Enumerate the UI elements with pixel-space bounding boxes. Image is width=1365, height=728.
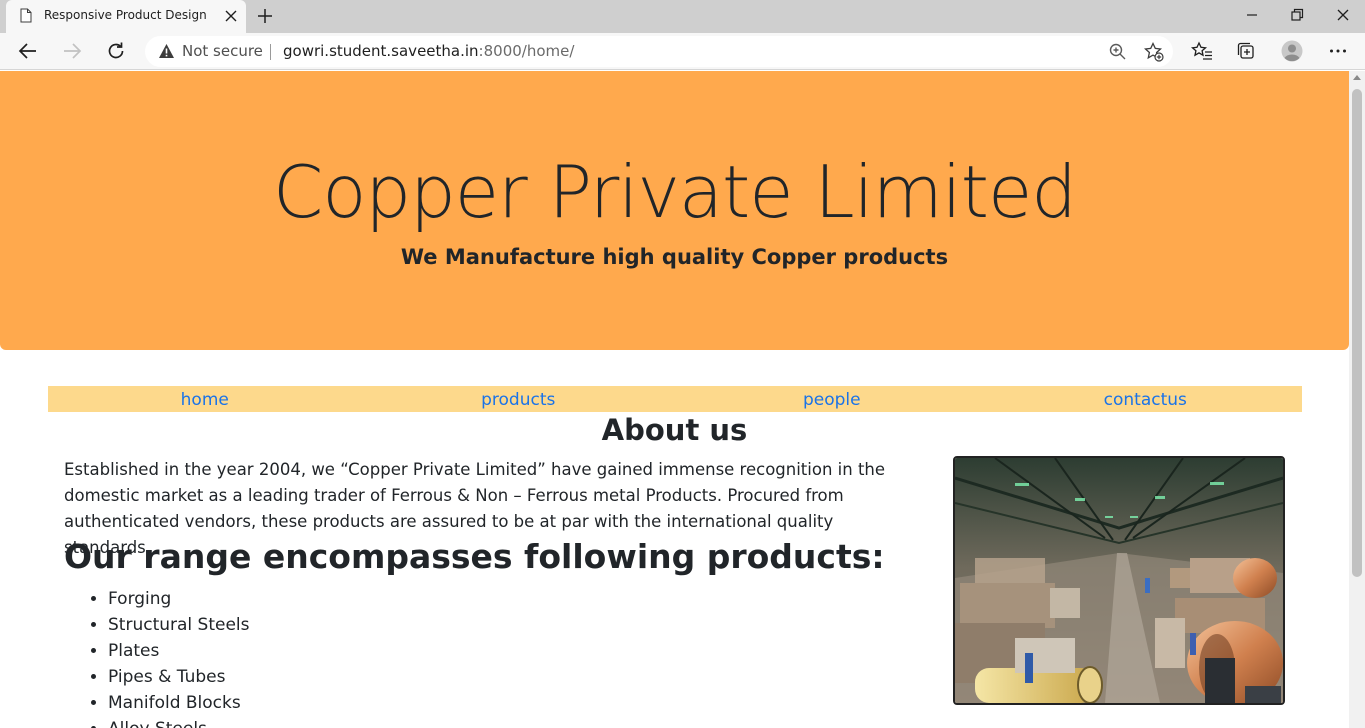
address-bar[interactable]: Not secure gowri.student.saveetha.in:800… xyxy=(145,36,1173,67)
url-path: :8000/home/ xyxy=(478,42,575,60)
scroll-up-arrow[interactable] xyxy=(1353,75,1361,80)
page-viewport: Copper Private Limited We Manufacture hi… xyxy=(0,71,1349,728)
collections-icon[interactable] xyxy=(1235,40,1257,62)
profile-avatar-icon[interactable] xyxy=(1281,40,1303,62)
reload-icon[interactable] xyxy=(105,40,127,62)
add-favorite-icon[interactable] xyxy=(1143,41,1165,63)
list-item: Alloy Steels xyxy=(108,716,250,728)
list-item: Plates xyxy=(108,638,250,664)
product-list: Forging Structural Steels Plates Pipes &… xyxy=(64,586,250,728)
about-heading: About us xyxy=(601,413,748,447)
page-icon xyxy=(20,8,32,23)
restore-icon[interactable] xyxy=(1287,6,1307,24)
list-item: Structural Steels xyxy=(108,612,250,638)
factory-photo-graphic xyxy=(955,458,1283,703)
nav-bar: home products people contactus xyxy=(48,386,1302,412)
hero-banner: Copper Private Limited We Manufacture hi… xyxy=(0,71,1349,350)
close-tab-icon[interactable] xyxy=(222,7,240,25)
close-window-icon[interactable] xyxy=(1333,6,1353,24)
hero-title: Copper Private Limited xyxy=(273,150,1077,234)
url-host: gowri.student.saveetha.in xyxy=(283,42,479,60)
new-tab-icon[interactable] xyxy=(256,7,274,25)
nav-link-contactus[interactable]: contactus xyxy=(989,386,1303,412)
zoom-icon[interactable] xyxy=(1107,41,1129,63)
security-label[interactable]: Not secure xyxy=(182,42,263,60)
tab-strip: Responsive Product Design xyxy=(0,0,1365,33)
favorites-icon[interactable] xyxy=(1191,40,1213,62)
warning-triangle-icon[interactable] xyxy=(158,43,175,59)
minimize-icon[interactable] xyxy=(1242,6,1262,24)
hero-subtitle: We Manufacture high quality Copper produ… xyxy=(400,245,949,269)
browser-toolbar: Not secure gowri.student.saveetha.in:800… xyxy=(0,33,1365,70)
factory-photo xyxy=(953,456,1285,705)
forward-icon[interactable] xyxy=(61,40,83,62)
nav-link-home[interactable]: home xyxy=(48,386,362,412)
nav-link-products[interactable]: products xyxy=(362,386,676,412)
browser-tab[interactable]: Responsive Product Design xyxy=(6,0,246,33)
address-separator xyxy=(270,44,271,60)
tab-title: Responsive Product Design xyxy=(44,8,207,22)
list-item: Manifold Blocks xyxy=(108,690,250,716)
list-item: Forging xyxy=(108,586,250,612)
range-heading: Our range encompasses following products… xyxy=(64,537,885,576)
nav-link-people[interactable]: people xyxy=(675,386,989,412)
scroll-thumb[interactable] xyxy=(1352,89,1362,577)
more-options-icon[interactable] xyxy=(1327,40,1349,62)
url-text[interactable]: gowri.student.saveetha.in:8000/home/ xyxy=(283,42,574,60)
back-icon[interactable] xyxy=(17,40,39,62)
page-scrollbar[interactable] xyxy=(1349,71,1365,728)
list-item: Pipes & Tubes xyxy=(108,664,250,690)
